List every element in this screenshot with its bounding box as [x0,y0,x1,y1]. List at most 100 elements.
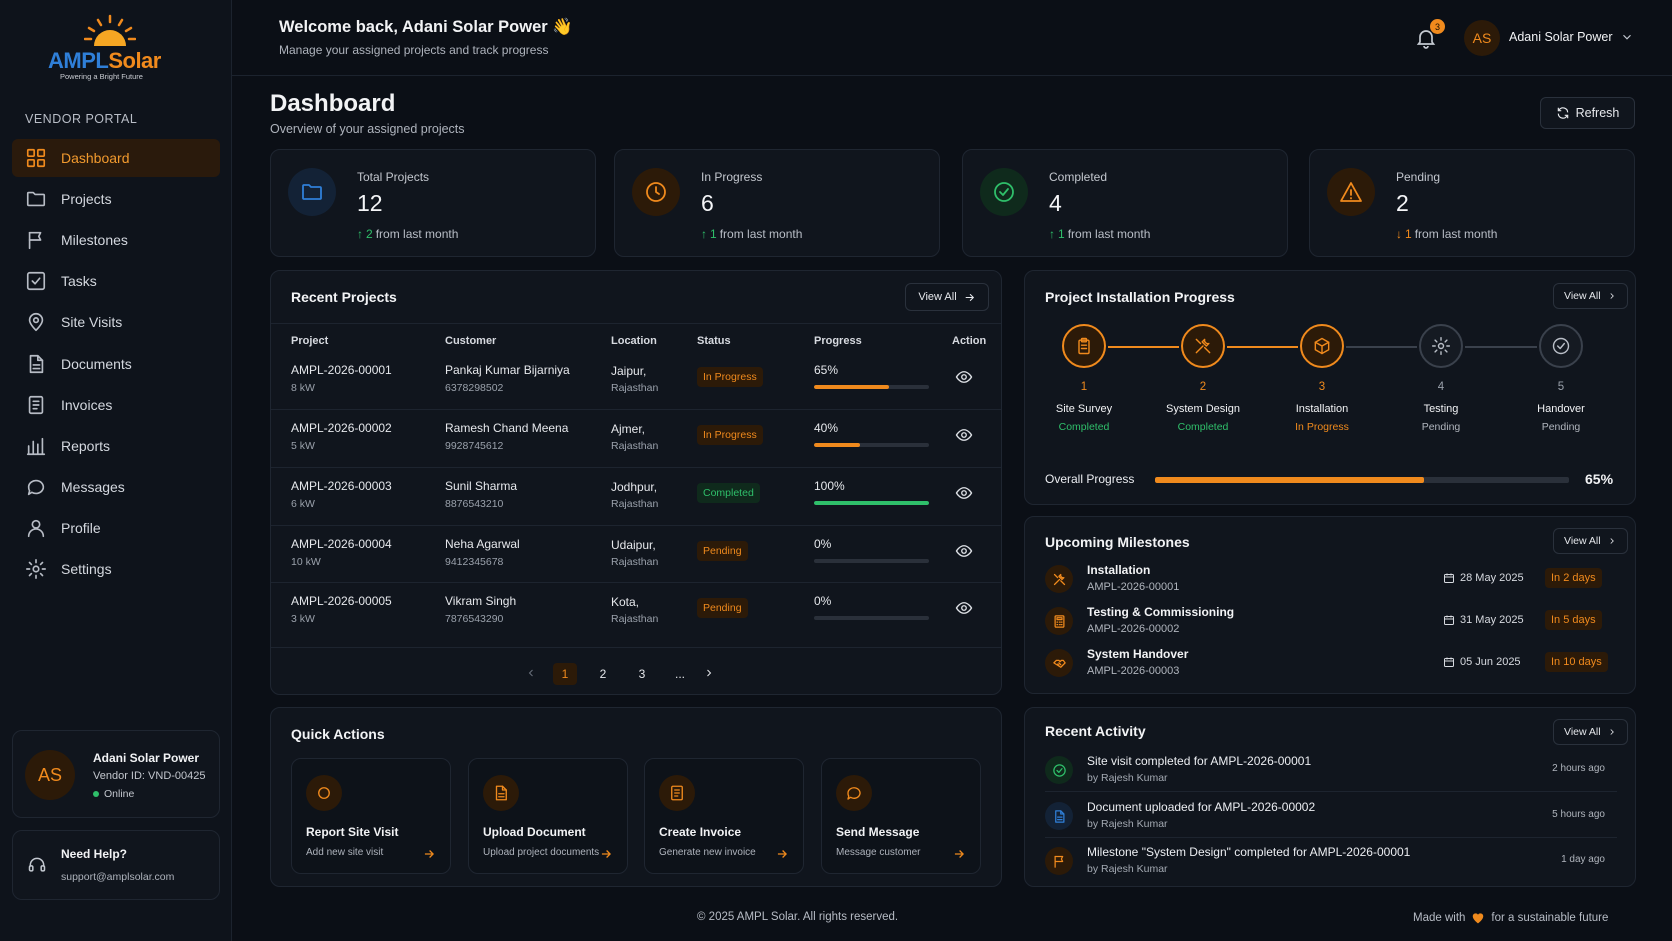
sidebar-item-site-visits[interactable]: Site Visits [12,303,220,341]
sidebar-item-documents[interactable]: Documents [12,345,220,383]
warning-icon [1340,182,1362,202]
activity-view-all[interactable]: View All [1553,719,1628,745]
customer-name: Neha Agarwal [445,537,520,551]
sidebar-item-label: Settings [61,561,112,577]
quick-action-create-invoice[interactable]: Create Invoice Generate new invoice [644,758,804,874]
view-all-label: View All [918,291,957,303]
sidebar-item-label: Profile [61,520,101,536]
row-divider [271,467,1001,468]
stat-delta: 1 [1058,227,1065,241]
sidebar-item-profile[interactable]: Profile [12,509,220,547]
project-id[interactable]: AMPL-2026-00004 [291,537,392,551]
footer-copyright: © 2025 AMPL Solar. All rights reserved. [697,911,899,923]
page-title: Dashboard [270,90,396,117]
progress-bar [814,501,929,505]
step-circle[interactable] [1181,324,1225,368]
arrow-down-icon: ↓ [1396,227,1402,241]
sidebar-item-projects[interactable]: Projects [12,180,220,218]
eye-icon[interactable] [955,542,973,560]
footer-tail: for a sustainable future [1491,911,1609,924]
eye-icon[interactable] [955,484,973,502]
sidebar-item-invoices[interactable]: Invoices [12,386,220,424]
help-card[interactable]: Need Help? support@amplsolar.com [12,830,220,900]
activity-icon-wrap [1045,756,1073,784]
folder-icon [26,191,46,207]
quick-action-upload-document[interactable]: Upload Document Upload project documents [468,758,628,874]
tools-icon [1053,573,1065,585]
activity-time: 2 hours ago [1552,763,1605,774]
page-number[interactable]: 3 [630,663,654,685]
installation-title: Project Installation Progress [1045,289,1235,305]
stat-value: 6 [701,190,714,216]
customer-phone: 6378298502 [445,382,504,394]
project-id[interactable]: AMPL-2026-00001 [291,363,392,377]
refresh-button[interactable]: Refresh [1540,97,1635,129]
status-badge: In Progress [697,425,763,445]
sidebar-item-tasks[interactable]: Tasks [12,262,220,300]
column-header: Project [291,335,329,347]
recent-projects-panel: Recent Projects View All Project Customer… [270,270,1002,695]
recent-projects-view-all[interactable]: View All [905,283,989,311]
page-number[interactable]: 2 [591,663,615,685]
recent-projects-title: Recent Projects [291,289,397,305]
step-circle[interactable] [1539,324,1583,368]
milestone-date: 28 May 2025 [1443,572,1524,584]
row-divider [271,409,1001,410]
flag-icon [1054,855,1063,868]
step-label: Handover [1537,403,1585,415]
brand-logo[interactable]: AMPLSolar Powering a Bright Future [46,14,176,84]
progress-bar [814,559,929,563]
step-circle[interactable] [1300,324,1344,368]
support-email[interactable]: support@amplsolar.com [61,871,174,883]
quick-action-icon-wrap [306,775,342,811]
stat-card-in-progress[interactable]: In Progress 6 ↑ 1 from last month [614,149,940,257]
step-circle[interactable] [1062,324,1106,368]
stat-card-pending[interactable]: Pending 2 ↓ 1 from last month [1309,149,1635,257]
upcoming-milestones-panel: Upcoming Milestones View All Installatio… [1024,516,1636,694]
sidebar-item-milestones[interactable]: Milestones [12,221,220,259]
refresh-icon [1557,107,1568,119]
clipboard-icon [1078,337,1090,355]
step-status: Pending [1541,421,1581,433]
welcome-subtitle: Manage your assigned projects and track … [279,43,549,57]
installation-view-all[interactable]: View All [1553,283,1628,309]
online-status-label: Online [104,788,135,800]
page-number[interactable]: 1 [553,663,577,685]
chevron-right-icon [1610,293,1614,299]
pager-prev-icon[interactable] [525,667,537,679]
customer-phone: 9412345678 [445,556,504,568]
quick-action-send-message[interactable]: Send Message Message customer [821,758,981,874]
quick-action-report-site-visit[interactable]: Report Site Visit Add new site visit [291,758,451,874]
stat-card-total-projects[interactable]: Total Projects 12 ↑ 2 from last month [270,149,596,257]
step-connector [1108,346,1179,348]
sun-icon [84,14,136,46]
page-subtitle: Overview of your assigned projects [270,122,465,136]
column-header: Customer [445,335,497,347]
header-avatar[interactable]: AS [1464,20,1500,56]
sidebar-item-settings[interactable]: Settings [12,550,220,588]
sidebar-item-messages[interactable]: Messages [12,468,220,506]
brand-name-a: AMPL [48,48,109,73]
check-circle-icon [994,182,1014,202]
eye-icon[interactable] [955,426,973,444]
chevron-down-icon[interactable] [1620,30,1634,44]
milestone-icon-wrap [1045,649,1073,677]
calculator-icon [1054,614,1064,628]
stat-card-completed[interactable]: Completed 4 ↑ 1 from last month [962,149,1288,257]
project-id[interactable]: AMPL-2026-00002 [291,421,392,435]
sidebar-item-reports[interactable]: Reports [12,427,220,465]
eye-icon[interactable] [955,368,973,386]
project-id[interactable]: AMPL-2026-00005 [291,594,392,608]
milestones-view-all[interactable]: View All [1553,528,1628,554]
step-circle[interactable] [1419,324,1463,368]
user-card[interactable]: AS Adani Solar Power Vendor ID: VND-0042… [12,730,220,818]
project-id[interactable]: AMPL-2026-00003 [291,479,392,493]
sidebar-item-dashboard[interactable]: Dashboard [12,139,220,177]
pager-next-icon[interactable] [703,667,715,679]
header-user-name[interactable]: Adani Solar Power [1509,30,1613,44]
page-number[interactable]: ... [668,663,692,685]
eye-icon[interactable] [955,599,973,617]
activity-text: Document uploaded for AMPL-2026-00002 [1087,800,1316,814]
brand-tagline: Powering a Bright Future [60,72,143,81]
checkbox-icon [26,271,46,291]
